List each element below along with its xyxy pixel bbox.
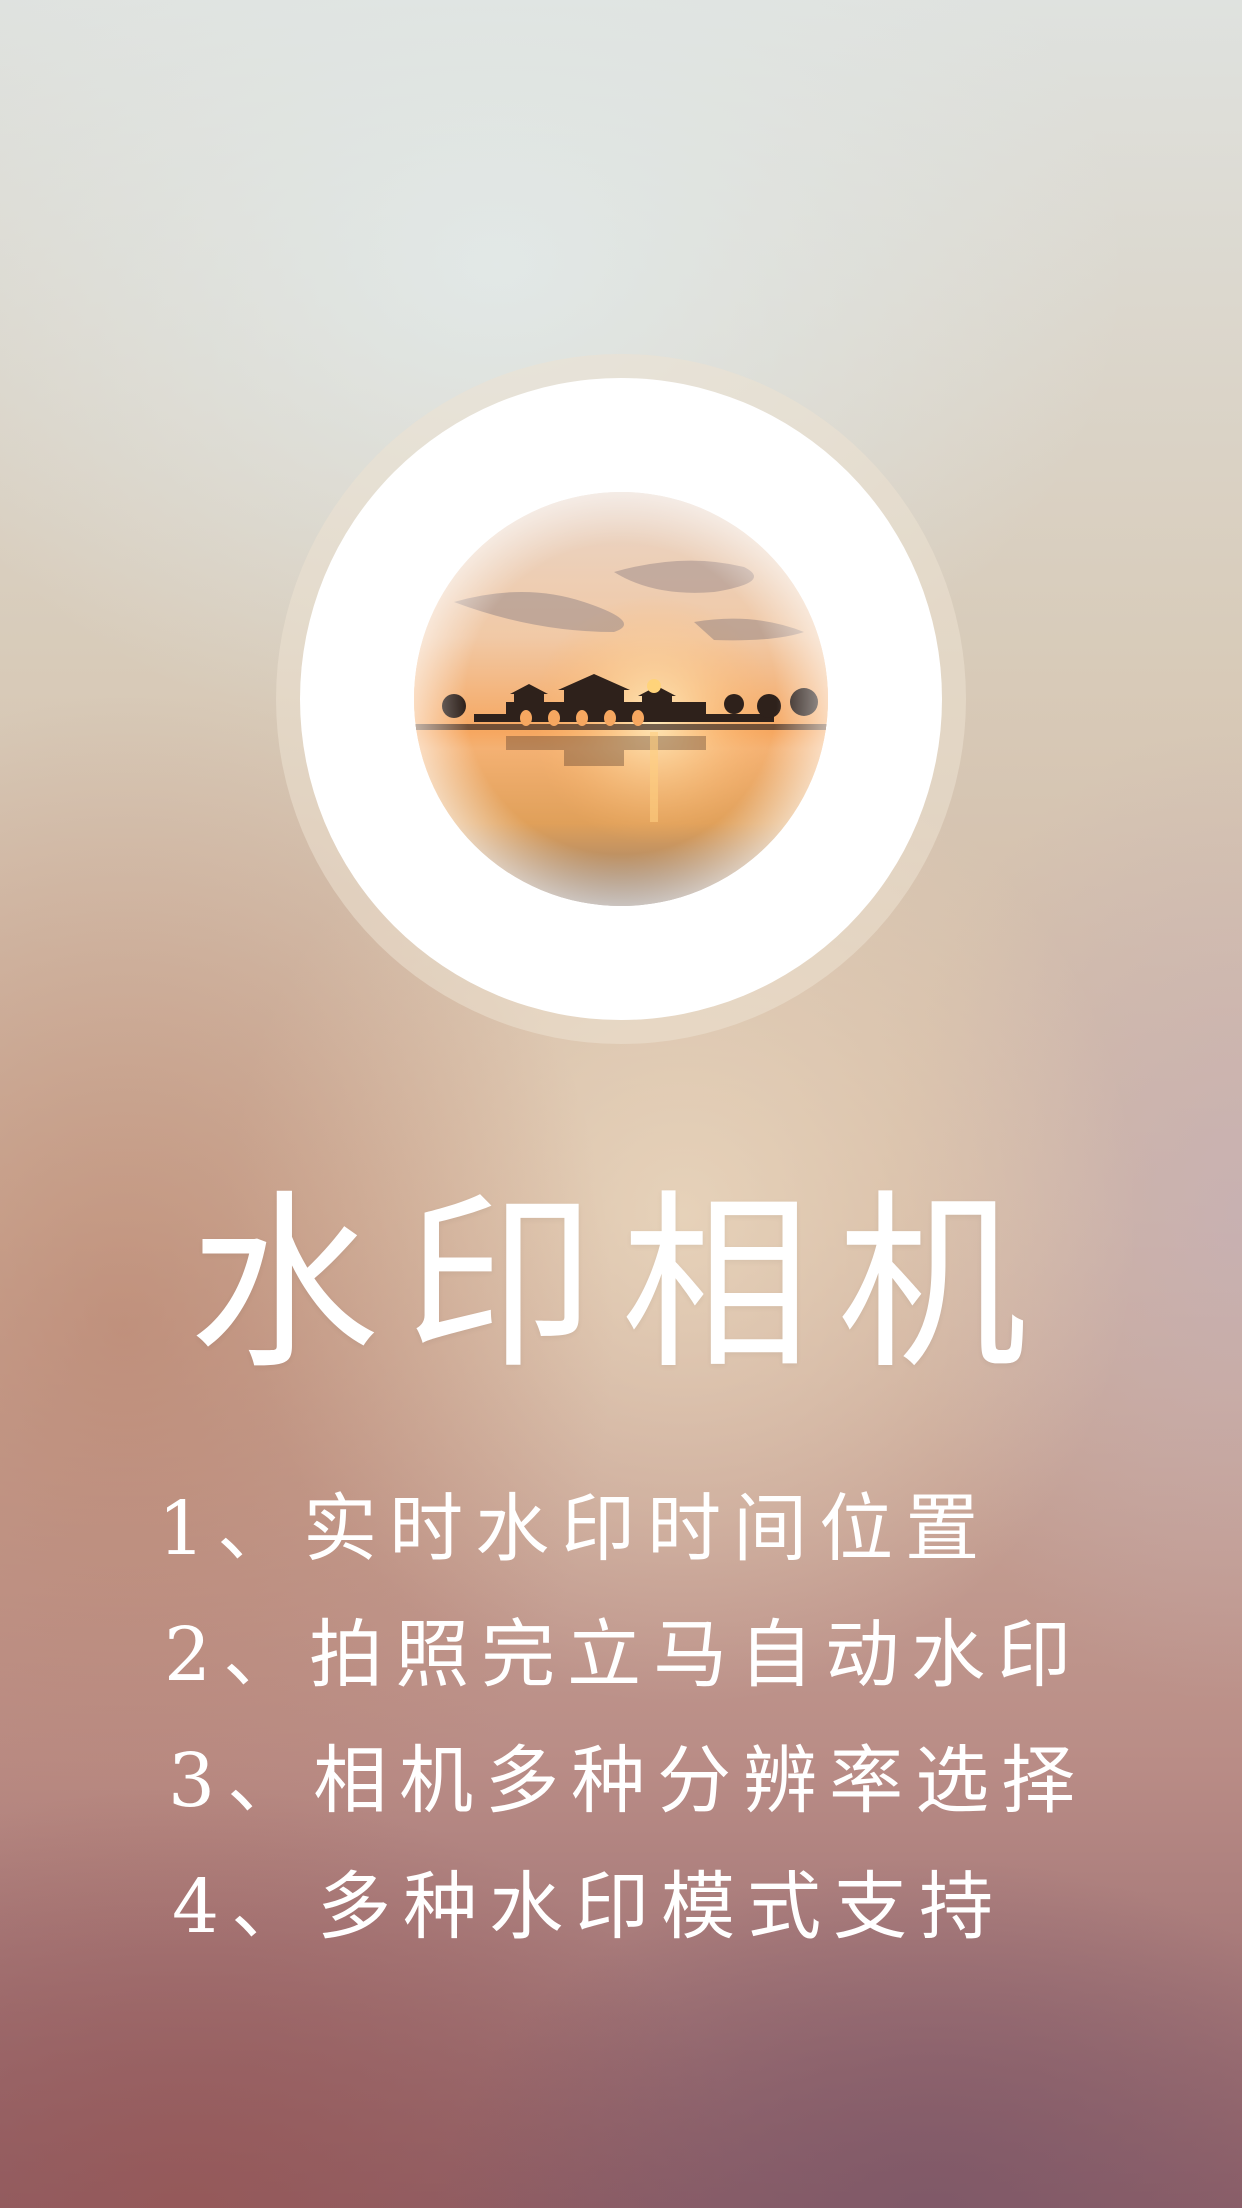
sunset-pavilion-photo-icon — [414, 492, 828, 906]
feature-item: 4、多种水印模式支持 — [158, 1870, 1218, 1996]
feature-number: 1、 — [158, 1486, 304, 1572]
feature-text: 相机多种分辨率选择 — [313, 1738, 1088, 1824]
feature-text: 实时水印时间位置 — [303, 1486, 992, 1572]
feature-list: 1、实时水印时间位置 2、拍照完立马自动水印 3、相机多种分辨率选择 4、多种水… — [158, 1492, 1218, 1996]
feature-number: 2、 — [164, 1612, 310, 1698]
feature-text: 多种水印模式支持 — [317, 1864, 1006, 1950]
feature-number: 4、 — [172, 1864, 318, 1950]
feature-item: 3、相机多种分辨率选择 — [158, 1744, 1218, 1870]
feature-item: 2、拍照完立马自动水印 — [158, 1618, 1218, 1744]
feature-number: 3、 — [168, 1738, 314, 1824]
feature-text: 拍照完立马自动水印 — [309, 1612, 1084, 1698]
feature-item: 1、实时水印时间位置 — [158, 1492, 1218, 1618]
app-title: 水印相机 — [188, 1174, 1053, 1395]
